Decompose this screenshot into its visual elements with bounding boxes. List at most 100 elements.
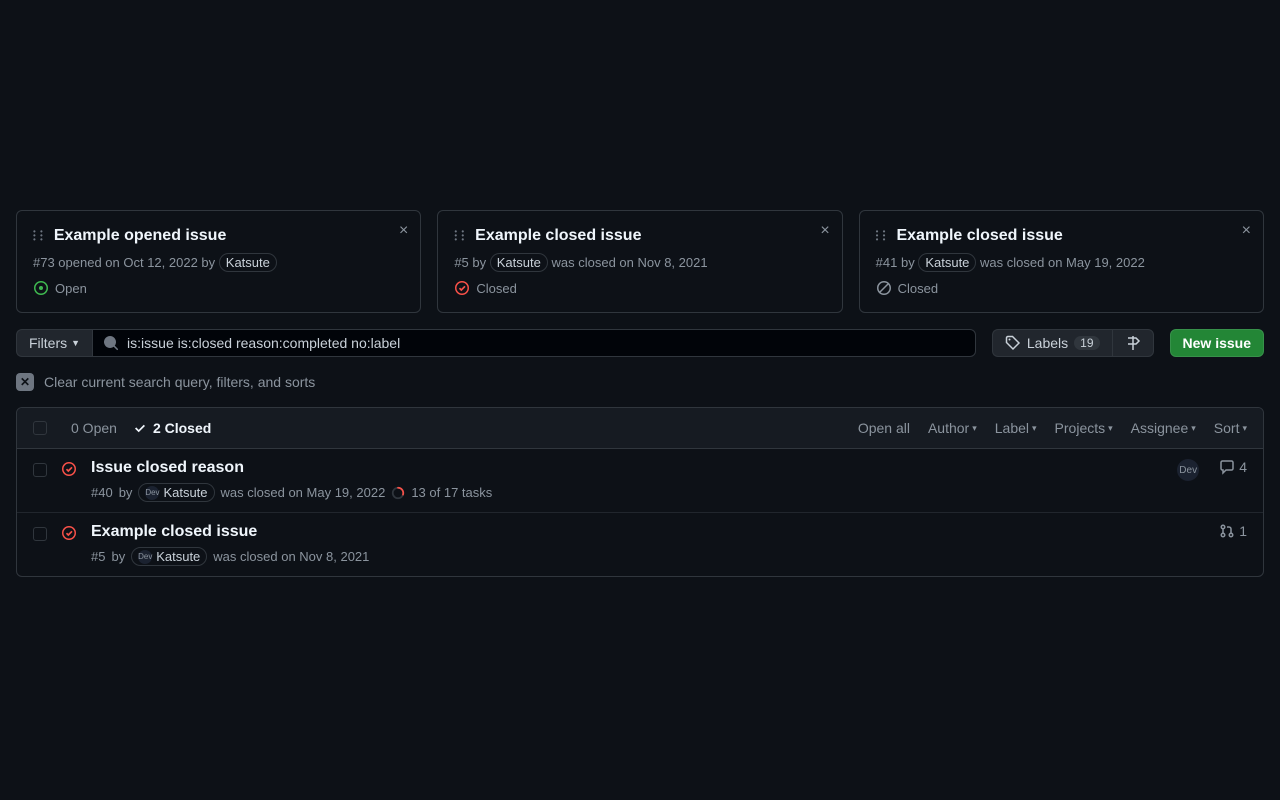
issue-number: #5: [91, 549, 105, 564]
author-chip[interactable]: Katsute: [138, 483, 214, 502]
new-issue-button[interactable]: New issue: [1170, 329, 1264, 357]
label-filter[interactable]: Label▾: [995, 420, 1037, 436]
filters-label: Filters: [29, 335, 67, 351]
status-line: Closed: [454, 280, 825, 296]
drag-handle-icon[interactable]: • •• •• •: [33, 230, 44, 243]
pinned-title[interactable]: Example opened issue: [54, 227, 227, 245]
meta-before: #73 opened on Oct 12, 2022 by: [33, 255, 215, 270]
pinned-card[interactable]: • •• •• • Example opened issue × #73 ope…: [16, 210, 421, 313]
sort-filter[interactable]: Sort▾: [1214, 420, 1247, 436]
issue-meta: #5 by Katsute was closed on Nov 8, 2021: [91, 547, 1205, 566]
issues-list: 0 Open 2 Closed Open all Author▾ Label▾ …: [16, 407, 1264, 577]
linked-pr[interactable]: 1: [1219, 523, 1247, 539]
clear-search-button[interactable]: ✕ Clear current search query, filters, a…: [16, 373, 1264, 391]
dev-badge: Dev: [1177, 459, 1199, 481]
comments[interactable]: 4: [1219, 459, 1247, 475]
closed-toggle[interactable]: 2 Closed: [133, 420, 211, 436]
issue-title[interactable]: Issue closed reason: [91, 459, 244, 476]
author-name: Katsute: [925, 255, 969, 270]
pinned-title[interactable]: Example closed issue: [896, 227, 1062, 245]
author-chip[interactable]: Katsute: [918, 253, 976, 272]
pinned-card[interactable]: • •• •• • Example closed issue × #41 by …: [859, 210, 1264, 313]
filter-row: Filters ▼ Labels 19 New issue: [16, 329, 1264, 357]
author-filter[interactable]: Author▾: [928, 420, 977, 436]
pr-count: 1: [1239, 523, 1247, 539]
closed-date: was closed on May 19, 2022: [221, 485, 386, 500]
select-all-checkbox[interactable]: [33, 421, 47, 435]
labels-label: Labels: [1027, 335, 1068, 351]
meta-after: was closed on Nov 8, 2021: [551, 255, 707, 270]
drag-handle-icon[interactable]: • •• •• •: [454, 230, 465, 243]
search-wrap[interactable]: [92, 329, 976, 357]
close-icon[interactable]: ×: [1242, 223, 1251, 239]
pinned-card[interactable]: • •• •• • Example closed issue × #5 by K…: [437, 210, 842, 313]
pinned-meta: #41 by Katsute was closed on May 19, 202…: [876, 253, 1247, 272]
projects-label: Projects: [1055, 420, 1106, 436]
author-chip[interactable]: Katsute: [490, 253, 548, 272]
search-input[interactable]: [127, 335, 965, 351]
by-label: by: [111, 549, 125, 564]
status-icon: [33, 280, 49, 296]
issues-list-header: 0 Open 2 Closed Open all Author▾ Label▾ …: [17, 408, 1263, 449]
state-toggle: 0 Open 2 Closed: [71, 420, 211, 436]
caret-down-icon: ▾: [1108, 423, 1113, 434]
caret-down-icon: ▾: [972, 423, 977, 434]
author-name: Katsute: [156, 549, 200, 564]
caret-down-icon: ▾: [1191, 423, 1196, 434]
status-label: Closed: [476, 281, 516, 296]
close-icon[interactable]: ×: [399, 223, 408, 239]
closed-date: was closed on Nov 8, 2021: [213, 549, 369, 564]
author-chip[interactable]: Katsute: [131, 547, 207, 566]
row-checkbox[interactable]: [33, 463, 47, 477]
author-chip[interactable]: Katsute: [219, 253, 277, 272]
caret-down-icon: ▾: [1242, 423, 1247, 434]
status-icon: [454, 280, 470, 296]
open-toggle[interactable]: 0 Open: [71, 420, 117, 436]
sort-label: Sort: [1214, 420, 1240, 436]
pinned-title[interactable]: Example closed issue: [475, 227, 641, 245]
row-checkbox[interactable]: [33, 527, 47, 541]
filters-button[interactable]: Filters ▼: [16, 329, 92, 357]
closed-icon: [61, 459, 77, 502]
issue-row[interactable]: Example closed issue #5 by Katsute was c…: [17, 512, 1263, 576]
author-name: Katsute: [226, 255, 270, 270]
new-issue-label: New issue: [1183, 335, 1251, 351]
status-line: Closed: [876, 280, 1247, 296]
close-icon[interactable]: ×: [820, 223, 829, 239]
issue-number: #40: [91, 485, 113, 500]
assignee-label: Assignee: [1131, 420, 1189, 436]
meta-before: #5 by: [454, 255, 486, 270]
pinned-issues-row: • •• •• • Example opened issue × #73 ope…: [16, 210, 1264, 313]
milestone-icon: [1125, 335, 1141, 351]
open-all-label: Open all: [858, 420, 910, 436]
tasks-progress-icon: [391, 485, 405, 500]
closed-count: 2 Closed: [153, 420, 211, 436]
projects-filter[interactable]: Projects▾: [1055, 420, 1113, 436]
check-icon: [133, 421, 147, 435]
assignee-filter[interactable]: Assignee▾: [1131, 420, 1196, 436]
meta-before: #41 by: [876, 255, 915, 270]
labels-button[interactable]: Labels 19: [992, 329, 1112, 357]
close-icon: ✕: [16, 373, 34, 391]
status-icon: [876, 280, 892, 296]
open-all-button[interactable]: Open all: [858, 420, 910, 436]
author-name: Katsute: [497, 255, 541, 270]
milestones-button[interactable]: [1112, 329, 1154, 357]
comments-count: 4: [1239, 459, 1247, 475]
issue-title[interactable]: Example closed issue: [91, 523, 257, 540]
closed-icon: [61, 523, 77, 566]
open-count: 0 Open: [71, 420, 117, 436]
by-label: by: [119, 485, 133, 500]
tasks-progress: 13 of 17 tasks: [411, 485, 492, 500]
labels-count: 19: [1074, 336, 1099, 350]
author-name: Katsute: [163, 485, 207, 500]
status-label: Closed: [898, 281, 938, 296]
issue-row[interactable]: Issue closed reason #40 by Katsute was c…: [17, 449, 1263, 512]
issue-meta: #40 by Katsute was closed on May 19, 202…: [91, 483, 1163, 502]
search-icon: [103, 335, 119, 351]
clear-search-label: Clear current search query, filters, and…: [44, 374, 315, 390]
caret-down-icon: ▾: [1032, 423, 1037, 434]
pinned-meta: #5 by Katsute was closed on Nov 8, 2021: [454, 253, 825, 272]
tag-icon: [1005, 335, 1021, 351]
drag-handle-icon[interactable]: • •• •• •: [876, 230, 887, 243]
